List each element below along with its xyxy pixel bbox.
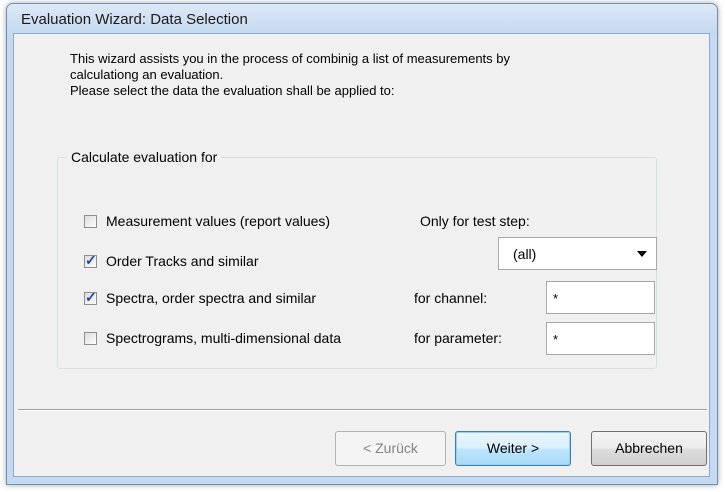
button-separator — [18, 409, 707, 411]
cancel-button[interactable]: Abbrechen — [591, 431, 707, 466]
test-step-value: (all) — [513, 246, 537, 262]
checkmark-icon: ✓ — [85, 252, 97, 268]
parameter-label: for parameter: — [414, 330, 502, 346]
next-button[interactable]: Weiter > — [455, 431, 571, 466]
channel-field[interactable] — [546, 281, 655, 314]
back-button[interactable]: < Zurück — [335, 431, 446, 466]
test-step-label: Only for test step: — [420, 213, 530, 229]
spectra-checkbox[interactable]: ✓ — [84, 289, 97, 305]
test-step-dropdown[interactable]: (all) — [498, 237, 657, 270]
intro-line-3: Please select the data the evaluation sh… — [70, 83, 395, 98]
channel-input[interactable] — [547, 282, 654, 313]
spectrograms-label[interactable]: Spectrograms, multi-dimensional data — [106, 330, 341, 346]
spectra-label[interactable]: Spectra, order spectra and similar — [106, 290, 316, 306]
measurement-values-checkbox[interactable] — [84, 215, 97, 228]
measurement-values-label[interactable]: Measurement values (report values) — [106, 213, 330, 229]
intro-line-1: This wizard assists you in the process o… — [70, 51, 511, 66]
spectrograms-checkbox[interactable] — [84, 332, 97, 345]
checkmark-icon: ✓ — [85, 289, 97, 305]
window-title: Evaluation Wizard: Data Selection — [21, 11, 248, 28]
intro-text: This wizard assists you in the process o… — [70, 51, 670, 99]
group-legend: Calculate evaluation for — [67, 147, 222, 167]
order-tracks-checkbox[interactable]: ✓ — [84, 252, 97, 268]
intro-line-2: calculationg an evaluation. — [70, 67, 224, 82]
title-bar[interactable]: Evaluation Wizard: Data Selection — [7, 4, 717, 34]
order-tracks-label[interactable]: Order Tracks and similar — [106, 253, 258, 269]
parameter-field[interactable] — [546, 322, 655, 355]
parameter-input[interactable] — [547, 323, 654, 354]
dropdown-arrow-icon — [637, 251, 647, 257]
channel-label: for channel: — [414, 290, 488, 306]
